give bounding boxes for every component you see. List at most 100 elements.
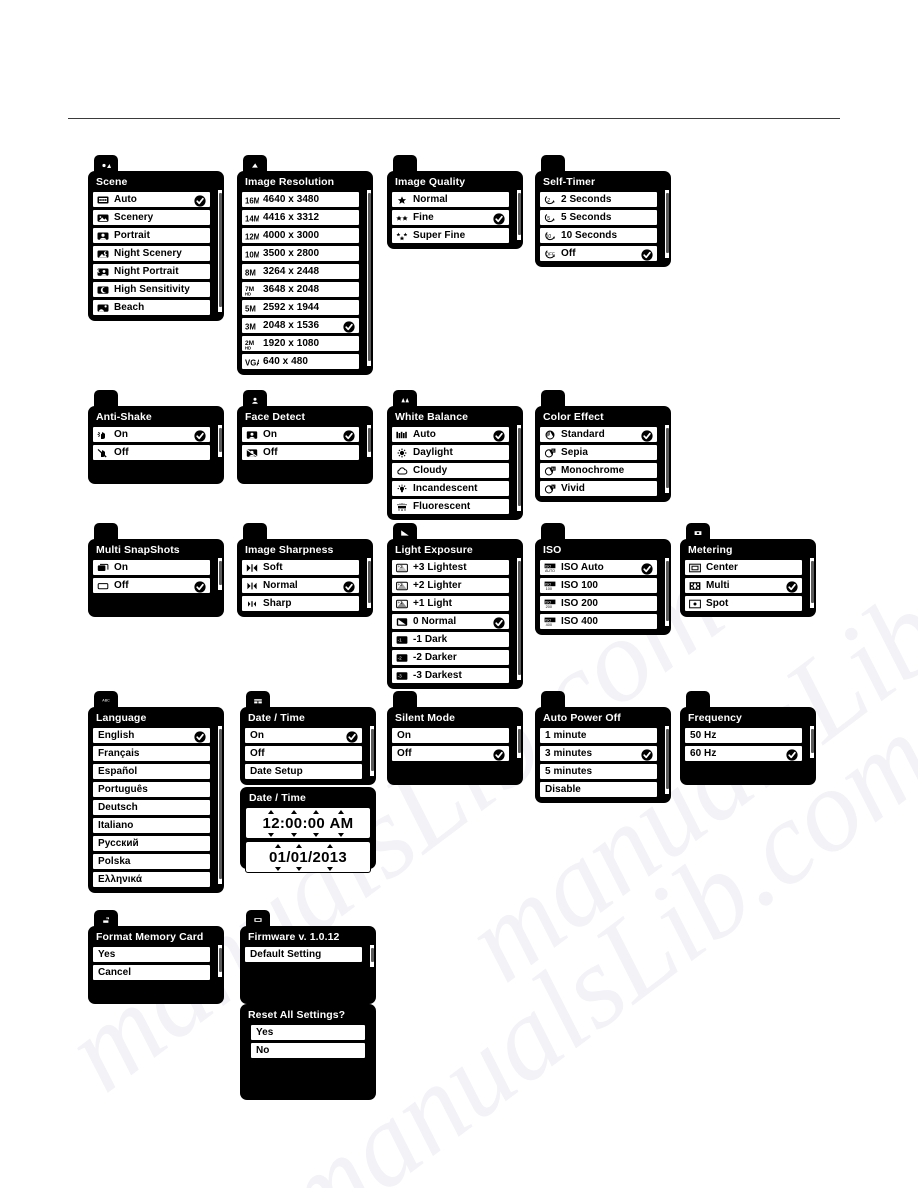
date-field[interactable]: 01/01/2013	[245, 841, 371, 873]
scrollbar-thumb[interactable]	[517, 193, 521, 235]
scrollbar-thumb[interactable]	[370, 729, 374, 771]
menu-scrollbar-multi-snapshots[interactable]	[217, 557, 223, 591]
menu-item-format-memory-card-0[interactable]: Yes	[92, 946, 211, 963]
menu-item-white-balance-2[interactable]: Cloudy	[391, 462, 510, 479]
menu-item-image-resolution-4[interactable]: 8M 3264 x 2448	[241, 263, 360, 280]
menu-item-image-quality-0[interactable]: Normal	[391, 191, 510, 208]
scrollbar-thumb[interactable]	[517, 428, 521, 506]
menu-item-light-exposure-6[interactable]: -3 -3 Darkest	[391, 667, 510, 684]
scrollbar-thumb[interactable]	[370, 948, 374, 962]
time-field[interactable]: 12:00:00 AM	[245, 807, 371, 839]
menu-item-auto-power-off-3[interactable]: Disable	[539, 781, 658, 798]
menu-item-date-time-2[interactable]: Date Setup	[244, 763, 363, 780]
menu-item-white-balance-4[interactable]: Fluorescent	[391, 498, 510, 515]
scrollbar-thumb[interactable]	[665, 729, 669, 789]
menu-item-iso-2[interactable]: ISO 200 ISO 200	[539, 595, 658, 612]
menu-item-metering-2[interactable]: Spot	[684, 595, 803, 612]
menu-item-language-2[interactable]: Español	[92, 763, 211, 780]
menu-scrollbar-iso[interactable]	[664, 557, 670, 627]
menu-scrollbar-image-quality[interactable]	[516, 189, 522, 241]
menu-item-white-balance-0[interactable]: Auto	[391, 426, 510, 443]
scrollbar-thumb[interactable]	[665, 428, 669, 488]
menu-scrollbar-silent-mode[interactable]	[516, 725, 522, 759]
menu-item-multi-snapshots-1[interactable]: Off	[92, 577, 211, 594]
menu-item-scene-6[interactable]: Beach	[92, 299, 211, 316]
menu-item-image-resolution-1[interactable]: 14M 4416 x 3312	[241, 209, 360, 226]
menu-item-color-effect-0[interactable]: Standard	[539, 426, 658, 443]
menu-item-self-timer-2[interactable]: 10 10 Seconds	[539, 227, 658, 244]
menu-item-silent-mode-0[interactable]: On	[391, 727, 510, 744]
menu-item-image-resolution-0[interactable]: 16M 4640 x 3480	[241, 191, 360, 208]
menu-item-face-detect-0[interactable]: On	[241, 426, 360, 443]
scrollbar-thumb[interactable]	[810, 561, 814, 603]
menu-item-silent-mode-1[interactable]: Off	[391, 745, 510, 762]
menu-item-reset-all-settings-0[interactable]: Yes	[250, 1024, 366, 1041]
menu-item-self-timer-3[interactable]: OFF Off	[539, 245, 658, 262]
menu-item-self-timer-1[interactable]: 5 5 Seconds	[539, 209, 658, 226]
menu-item-color-effect-3[interactable]: V Vivid	[539, 480, 658, 497]
scrollbar-thumb[interactable]	[665, 561, 669, 621]
menu-item-multi-snapshots-0[interactable]: On	[92, 559, 211, 576]
menu-item-image-resolution-5[interactable]: 7M HD 3648 x 2048	[241, 281, 360, 298]
menu-item-face-detect-1[interactable]: Off	[241, 444, 360, 461]
menu-item-language-6[interactable]: Русский	[92, 835, 211, 852]
menu-scrollbar-anti-shake[interactable]	[217, 424, 223, 458]
menu-item-scene-1[interactable]: Scenery	[92, 209, 211, 226]
menu-item-anti-shake-0[interactable]: On	[92, 426, 211, 443]
menu-item-image-resolution-2[interactable]: 12M 4000 x 3000	[241, 227, 360, 244]
scrollbar-thumb[interactable]	[517, 729, 521, 753]
menu-scrollbar-self-timer[interactable]	[664, 189, 670, 259]
menu-scrollbar-color-effect[interactable]	[664, 424, 670, 494]
menu-item-frequency-1[interactable]: 60 Hz	[684, 745, 803, 762]
menu-item-image-resolution-9[interactable]: VGA 640 x 480	[241, 353, 360, 370]
scrollbar-thumb[interactable]	[218, 561, 222, 585]
menu-item-iso-1[interactable]: ISO 100 ISO 100	[539, 577, 658, 594]
menu-scrollbar-firmware[interactable]	[369, 944, 375, 968]
scrollbar-thumb[interactable]	[810, 729, 814, 753]
scrollbar-thumb[interactable]	[218, 948, 222, 972]
menu-scrollbar-face-detect[interactable]	[366, 424, 372, 458]
menu-item-metering-0[interactable]: Center	[684, 559, 803, 576]
menu-scrollbar-image-resolution[interactable]	[366, 189, 372, 367]
scrollbar-thumb[interactable]	[517, 561, 521, 675]
menu-scrollbar-metering[interactable]	[809, 557, 815, 609]
scrollbar-thumb[interactable]	[218, 193, 222, 307]
menu-item-light-exposure-2[interactable]: +1 +1 Light	[391, 595, 510, 612]
menu-item-auto-power-off-0[interactable]: 1 minute	[539, 727, 658, 744]
menu-item-format-memory-card-1[interactable]: Cancel	[92, 964, 211, 981]
menu-scrollbar-language[interactable]	[217, 725, 223, 885]
menu-item-scene-3[interactable]: Night Scenery	[92, 245, 211, 262]
menu-item-scene-0[interactable]: Auto	[92, 191, 211, 208]
menu-item-white-balance-1[interactable]: Daylight	[391, 444, 510, 461]
menu-item-image-sharpness-1[interactable]: Normal	[241, 577, 360, 594]
scrollbar-thumb[interactable]	[218, 428, 222, 452]
menu-item-light-exposure-1[interactable]: +2 +2 Lighter	[391, 577, 510, 594]
menu-item-color-effect-2[interactable]: M Monochrome	[539, 462, 658, 479]
menu-item-reset-all-settings-1[interactable]: No	[250, 1042, 366, 1059]
scrollbar-thumb[interactable]	[367, 428, 371, 452]
menu-item-self-timer-0[interactable]: 2 2 Seconds	[539, 191, 658, 208]
menu-item-image-quality-2[interactable]: Super Fine	[391, 227, 510, 244]
menu-item-language-1[interactable]: Français	[92, 745, 211, 762]
menu-scrollbar-date-time[interactable]	[369, 725, 375, 777]
scrollbar-thumb[interactable]	[218, 729, 222, 879]
menu-item-color-effect-1[interactable]: S Sepia	[539, 444, 658, 461]
scrollbar-thumb[interactable]	[367, 193, 371, 361]
menu-item-light-exposure-4[interactable]: -1 -1 Dark	[391, 631, 510, 648]
menu-item-iso-0[interactable]: ISO AUTO ISO Auto	[539, 559, 658, 576]
menu-scrollbar-auto-power-off[interactable]	[664, 725, 670, 795]
menu-item-image-resolution-7[interactable]: 3M 2048 x 1536	[241, 317, 360, 334]
menu-item-image-sharpness-2[interactable]: Sharp	[241, 595, 360, 612]
menu-item-auto-power-off-1[interactable]: 3 minutes	[539, 745, 658, 762]
menu-item-white-balance-3[interactable]: Incandescent	[391, 480, 510, 497]
menu-item-language-7[interactable]: Polska	[92, 853, 211, 870]
menu-item-auto-power-off-2[interactable]: 5 minutes	[539, 763, 658, 780]
menu-item-language-3[interactable]: Português	[92, 781, 211, 798]
menu-item-image-quality-1[interactable]: Fine	[391, 209, 510, 226]
menu-item-frequency-0[interactable]: 50 Hz	[684, 727, 803, 744]
menu-item-anti-shake-1[interactable]: Off	[92, 444, 211, 461]
menu-item-date-time-1[interactable]: Off	[244, 745, 363, 762]
menu-item-light-exposure-3[interactable]: 0 Normal	[391, 613, 510, 630]
menu-scrollbar-image-sharpness[interactable]	[366, 557, 372, 609]
menu-item-image-resolution-8[interactable]: 2M HD 1920 x 1080	[241, 335, 360, 352]
